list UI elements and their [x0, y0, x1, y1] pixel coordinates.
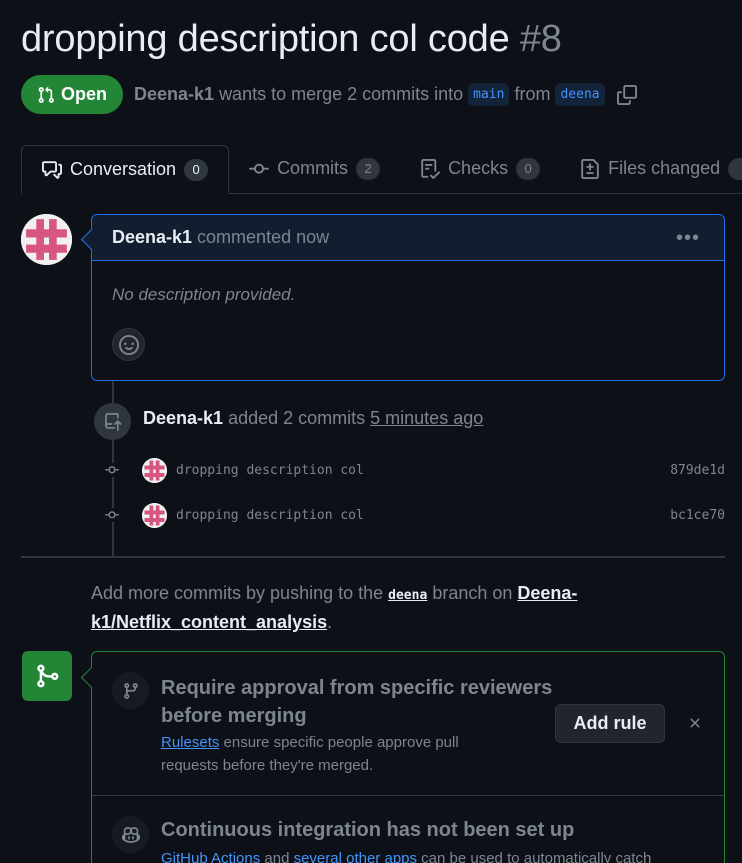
- commit-avatar[interactable]: [142, 457, 167, 483]
- pull-request-icon: [38, 86, 54, 103]
- copilot-icon: [112, 816, 149, 853]
- push-note-middle: branch on: [432, 583, 513, 603]
- comment-body: No description provided.: [112, 285, 296, 304]
- commit-message-link[interactable]: dropping description col: [176, 508, 364, 523]
- pr-number: #8: [519, 18, 562, 60]
- file-diff-icon: [581, 158, 599, 179]
- tab-commits-count: 2: [356, 157, 381, 180]
- pr-tabs: Conversation 0 Commits 2 Checks 0 Files …: [21, 145, 742, 194]
- pr-title: dropping description col code #8: [21, 18, 562, 61]
- merge-status-icon: [22, 651, 72, 701]
- repo-link-part2: k1/Netflix_content_analysis: [91, 612, 328, 632]
- push-note-branch[interactable]: deena: [388, 588, 427, 603]
- base-branch[interactable]: main: [468, 83, 510, 106]
- push-note-prefix: Add more commits by pushing to the: [91, 583, 384, 603]
- tab-files-changed-label: Files changed: [608, 158, 721, 178]
- ci-and: and: [264, 850, 290, 863]
- pr-author-link[interactable]: Deena-k1: [134, 84, 214, 105]
- commit-sha-link[interactable]: bc1ce70: [670, 508, 725, 523]
- identicon-avatar: [21, 214, 72, 265]
- state-label: Open: [61, 84, 108, 104]
- merge-from-text: from: [514, 84, 551, 104]
- ci-section: Continuous integration has not been set …: [92, 796, 724, 863]
- conversation-icon: [42, 160, 62, 179]
- smiley-icon: [118, 334, 139, 355]
- push-note: Add more commits by pushing to the deena…: [91, 580, 691, 635]
- commit-node-icon: [101, 508, 123, 522]
- ruleset-desc-1: ensure specific people approve pull: [223, 734, 459, 751]
- add-reaction-button[interactable]: [112, 328, 145, 361]
- commit-sha-link[interactable]: 879de1d: [670, 463, 725, 478]
- other-apps-link[interactable]: several other apps: [294, 850, 417, 863]
- avatar[interactable]: [21, 214, 72, 265]
- comment-header: Deena-k1 commented now •••: [92, 215, 724, 261]
- commit-avatar[interactable]: [142, 502, 167, 528]
- tab-conversation[interactable]: Conversation 0: [21, 145, 230, 194]
- ci-title: Continuous integration has not been set …: [161, 819, 575, 841]
- close-icon: [690, 718, 700, 728]
- tab-checks-label: Checks: [448, 158, 509, 178]
- tab-files-changed[interactable]: Files changed: [560, 144, 742, 193]
- event-author-link[interactable]: Deena-k1: [143, 408, 223, 428]
- commit-message-link[interactable]: dropping description col: [176, 463, 364, 478]
- branch-rule-icon: [112, 672, 149, 709]
- kebab-menu-icon[interactable]: •••: [676, 227, 700, 250]
- merge-summary: Deena-k1 wants to merge 2 commits into m…: [134, 83, 638, 106]
- state-badge: Open: [21, 75, 124, 114]
- commit-row: dropping description col 879de1d: [101, 457, 725, 483]
- commit-row: dropping description col bc1ce70: [101, 502, 725, 528]
- ruleset-section: Require approval from specific reviewers…: [92, 652, 724, 795]
- git-merge-icon: [37, 664, 59, 688]
- commit-icon: [249, 163, 270, 174]
- event-action: added 2 commits: [228, 408, 366, 428]
- ruleset-title-line1: Require approval from specific reviewers: [161, 677, 553, 699]
- ci-desc-text: can be used to automatically catch: [421, 850, 652, 863]
- comment-action[interactable]: commented now: [197, 227, 329, 248]
- ruleset-title-line2: before merging: [161, 705, 307, 727]
- ruleset-title: Require approval from specific reviewers…: [161, 674, 552, 730]
- push-event-icon: [94, 403, 131, 440]
- comment-author-link[interactable]: Deena-k1: [112, 227, 192, 248]
- tab-checks-count: 0: [516, 157, 541, 180]
- tab-conversation-count: 0: [184, 158, 209, 181]
- tab-commits-label: Commits: [277, 158, 349, 178]
- tab-checks[interactable]: Checks 0: [400, 144, 560, 193]
- ci-desc: GitHub Actions and several other apps ca…: [161, 847, 651, 863]
- pr-meta: Open Deena-k1 wants to merge 2 commits i…: [21, 75, 638, 114]
- tab-files-changed-count: [728, 157, 742, 180]
- dismiss-button[interactable]: [686, 714, 704, 732]
- event-time-link[interactable]: 5 minutes ago: [370, 408, 483, 428]
- merge-box: Require approval from specific reviewers…: [91, 651, 725, 863]
- pr-title-text: dropping description col code: [21, 18, 510, 60]
- commits-event: Deena-k1 added 2 commits 5 minutes ago: [143, 408, 483, 429]
- comment-box: Deena-k1 commented now ••• No descriptio…: [91, 214, 725, 381]
- ruleset-desc-2: requests before they're merged.: [161, 757, 374, 774]
- merge-text: wants to merge 2 commits into: [219, 84, 464, 104]
- tab-commits[interactable]: Commits 2: [229, 144, 400, 193]
- repo-link-part1: Deena-: [517, 583, 578, 603]
- ruleset-desc: Rulesets ensure specific people approve …: [161, 731, 459, 777]
- commit-node-icon: [101, 463, 123, 477]
- push-note-suffix: .: [327, 612, 333, 632]
- github-actions-link[interactable]: GitHub Actions: [161, 850, 260, 863]
- checks-icon: [421, 158, 441, 179]
- head-branch[interactable]: deena: [555, 83, 605, 106]
- tab-conversation-label: Conversation: [70, 159, 177, 179]
- copy-icon: [616, 84, 637, 105]
- rulesets-link[interactable]: Rulesets: [161, 734, 219, 751]
- timeline-divider: [21, 556, 725, 558]
- copy-branch-button[interactable]: [616, 84, 638, 106]
- repo-push-icon: [104, 412, 121, 431]
- add-rule-button[interactable]: Add rule: [555, 704, 665, 743]
